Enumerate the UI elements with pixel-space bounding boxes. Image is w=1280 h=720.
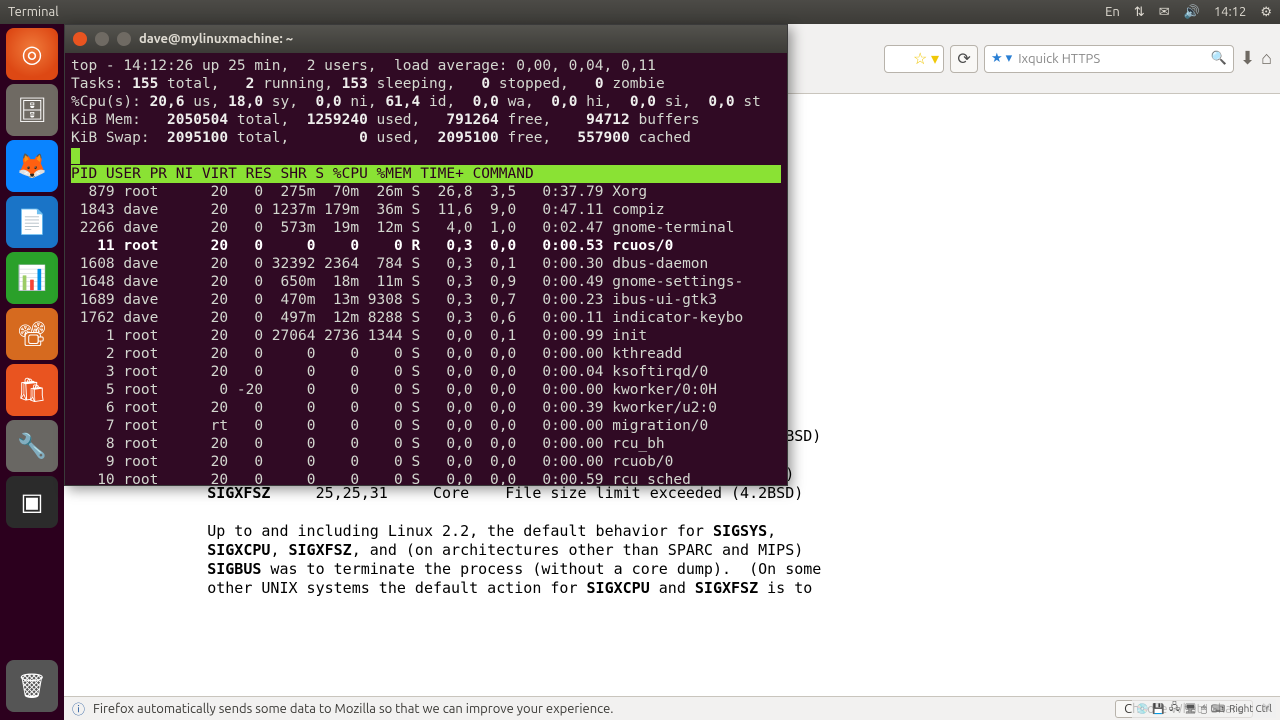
global-menubar: Terminal En ⇅ ✉ 🔊 14:12 ⚙ [0,0,1280,24]
downloads-icon[interactable]: ⬇ [1240,48,1255,69]
launcher-settings[interactable]: 🔧 [6,420,58,472]
launcher-writer[interactable]: 📄 [6,196,58,248]
minimize-icon[interactable] [95,32,109,46]
launcher-files[interactable]: 🗄 [6,84,58,136]
info-icon: ⓘ [72,699,85,718]
launcher-firefox[interactable]: 🦊 [6,140,58,192]
launcher-dash[interactable]: ◎ [6,28,58,80]
notification-text: Firefox automatically sends some data to… [93,702,613,716]
launcher-calc[interactable]: 📊 [6,252,58,304]
keyboard-indicator[interactable]: En [1105,5,1120,19]
gear-icon[interactable]: ⚙ [1260,5,1272,20]
launcher-trash[interactable]: 🗑 [6,660,58,712]
launcher-impress[interactable]: 📽 [6,308,58,360]
sound-icon[interactable]: 🔊 [1184,5,1200,20]
close-icon[interactable] [73,32,87,46]
search-bar[interactable]: ★ ▾Ixquick HTTPS🔍 [984,45,1234,73]
terminal-titlebar[interactable]: dave@mylinuxmachine: ~ [65,25,787,53]
maximize-icon[interactable] [117,32,131,46]
indicator-area: En ⇅ ✉ 🔊 14:12 ⚙ [1105,5,1272,20]
launcher-terminal[interactable]: ▣ [6,476,58,528]
unity-launcher: ◎ 🗄 🦊 📄 📊 📽 🛍 🔧 ▣ 🗑 [0,24,64,720]
terminal-title: dave@mylinuxmachine: ~ [139,32,293,46]
clock[interactable]: 14:12 [1214,5,1247,19]
messages-icon[interactable]: ✉ [1159,5,1170,20]
reload-button[interactable]: ⟳ [950,45,978,73]
notification-bar: ⓘ Firefox automatically sends some data … [64,696,1280,720]
network-icon[interactable]: ⇅ [1134,5,1145,20]
terminal-window: dave@mylinuxmachine: ~ top - 14:12:26 up… [64,24,788,486]
window-title: Terminal [8,5,1105,19]
url-bar[interactable]: ☆ ▾ [884,45,944,73]
vm-statusbar: 💿💾🖧🖥🖱⌨Right Ctrl [1132,699,1276,718]
launcher-software[interactable]: 🛍 [6,364,58,416]
terminal-body[interactable]: top - 14:12:26 up 25 min, 2 users, load … [65,53,787,485]
home-icon[interactable]: ⌂ [1261,48,1272,69]
